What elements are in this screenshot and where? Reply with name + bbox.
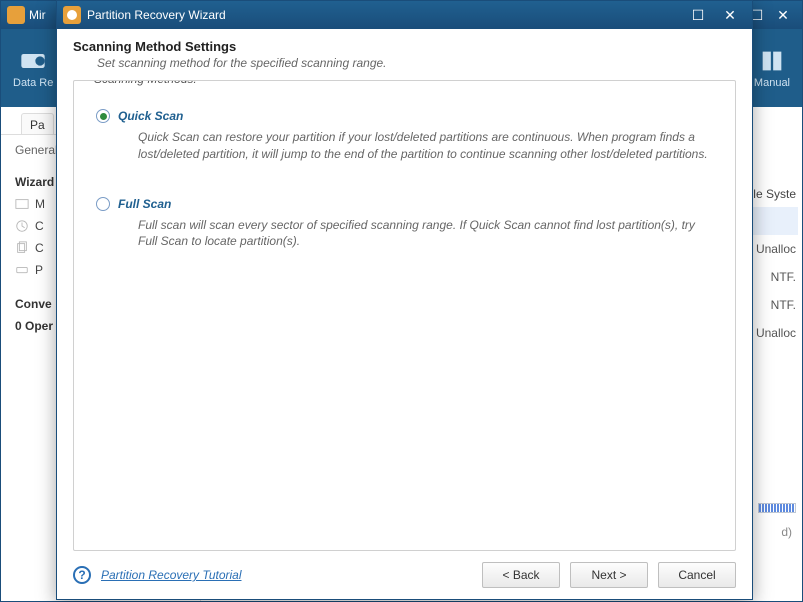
ribbon-manual-group[interactable]: Manual xyxy=(754,47,790,89)
ribbon-data-recovery-group[interactable]: Data Re xyxy=(13,47,53,89)
data-recovery-icon xyxy=(19,47,47,75)
sidebar-item-label: C xyxy=(35,219,44,233)
option-description: Quick Scan can restore your partition if… xyxy=(138,129,713,163)
item-icon xyxy=(15,197,29,211)
fieldset-legend: Scanning Methods: xyxy=(88,80,203,86)
book-icon xyxy=(758,47,786,75)
radio-option-quick-scan[interactable]: Quick Scan Quick Scan can restore your p… xyxy=(96,109,713,163)
dialog-footer: ? Partition Recovery Tutorial < Back Nex… xyxy=(57,551,752,599)
d-label: d) xyxy=(781,525,792,539)
clock-icon xyxy=(15,219,29,233)
help-link[interactable]: Partition Recovery Tutorial xyxy=(101,568,242,582)
sidebar-item-label: M xyxy=(35,197,45,211)
partition-strip[interactable] xyxy=(758,503,796,513)
radio-label: Full Scan xyxy=(118,197,171,211)
partition-recovery-wizard-dialog: Partition Recovery Wizard ☐ ✕ Scanning M… xyxy=(56,0,753,600)
radio-label: Quick Scan xyxy=(118,109,183,123)
dialog-maximize-button[interactable]: ☐ xyxy=(682,5,714,25)
app-icon xyxy=(7,6,25,24)
ribbon-right-label: Manual xyxy=(754,77,790,89)
radio-icon[interactable] xyxy=(96,109,110,123)
dialog-titlebar[interactable]: Partition Recovery Wizard ☐ ✕ xyxy=(57,1,752,29)
copy-icon xyxy=(15,241,29,255)
disk-icon xyxy=(15,263,29,277)
next-button[interactable]: Next > xyxy=(570,562,648,588)
back-button[interactable]: < Back xyxy=(482,562,560,588)
scanning-methods-fieldset: Scanning Methods: Quick Scan Quick Scan … xyxy=(73,80,736,551)
radio-option-full-scan[interactable]: Full Scan Full scan will scan every sect… xyxy=(96,197,713,251)
parent-close-button[interactable]: ✕ xyxy=(770,5,796,25)
radio-icon[interactable] xyxy=(96,197,110,211)
table-row[interactable]: Unalloc xyxy=(746,235,798,263)
cancel-button[interactable]: Cancel xyxy=(658,562,736,588)
dialog-header: Scanning Method Settings Set scanning me… xyxy=(57,29,752,80)
sidebar-item-label: C xyxy=(35,241,44,255)
tab-partitions[interactable]: Pa xyxy=(21,113,54,134)
parent-title-text: Mir xyxy=(29,8,46,22)
rows-panel: Unalloc NTF. NTF. Unalloc xyxy=(746,207,798,347)
help-icon[interactable]: ? xyxy=(73,566,91,584)
table-row[interactable]: NTF. xyxy=(746,263,798,291)
table-row[interactable]: Unalloc xyxy=(746,319,798,347)
option-description: Full scan will scan every sector of spec… xyxy=(138,217,713,251)
table-row[interactable]: NTF. xyxy=(746,291,798,319)
dialog-title-text: Partition Recovery Wizard xyxy=(87,8,226,22)
dialog-header-title: Scanning Method Settings xyxy=(73,39,736,54)
sidebar-item-label: P xyxy=(35,263,43,277)
table-row[interactable] xyxy=(746,207,798,235)
dialog-close-button[interactable]: ✕ xyxy=(714,5,746,25)
dialog-app-icon xyxy=(63,6,81,24)
ribbon-left-label: Data Re xyxy=(13,77,53,89)
dialog-header-subtitle: Set scanning method for the specified sc… xyxy=(97,56,736,70)
